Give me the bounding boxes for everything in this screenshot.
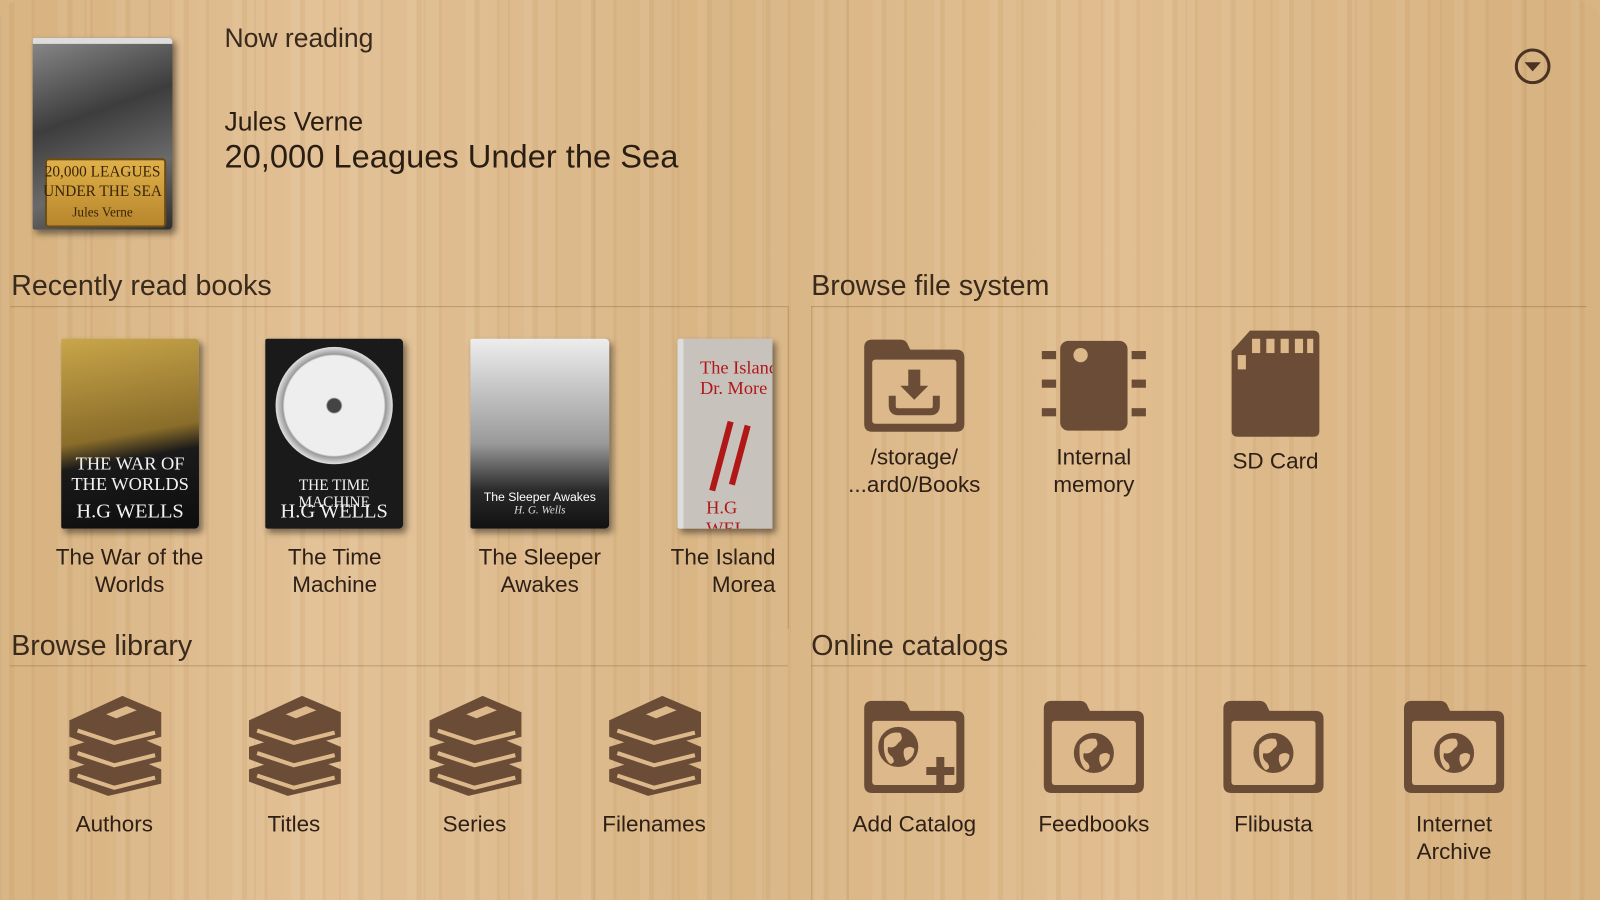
library-filenames[interactable]: Filenames bbox=[572, 690, 735, 838]
divider bbox=[787, 306, 789, 629]
cover-text: UNDER THE SEA bbox=[43, 183, 162, 200]
folder-globe-icon bbox=[1043, 700, 1144, 794]
item-label: /storage/ bbox=[870, 443, 958, 470]
dropdown-circle-icon[interactable] bbox=[1513, 47, 1552, 86]
catalog-flibusta[interactable]: Flibusta bbox=[1182, 698, 1366, 838]
cover-text: THE WAR OF THE WORLDS bbox=[71, 453, 189, 494]
books-stack-icon bbox=[603, 690, 705, 798]
fs-item-internal-memory[interactable]: Internal memory bbox=[1002, 337, 1186, 498]
memory-chip-icon bbox=[1041, 340, 1146, 431]
sd-card-icon bbox=[1231, 330, 1320, 437]
item-label: Internal bbox=[1056, 443, 1132, 470]
cover-text: The Sleeper Awakes bbox=[483, 489, 596, 505]
section-title-library: Browse library bbox=[11, 629, 193, 662]
library-series[interactable]: Series bbox=[393, 690, 556, 838]
book-cover-sleeper-awakes[interactable]: The Sleeper Awakes H. G. Wells bbox=[470, 338, 610, 529]
book-label: The War of the bbox=[55, 543, 204, 570]
now-reading-author[interactable]: Jules Verne bbox=[224, 106, 363, 138]
book-label: Machine bbox=[292, 571, 378, 597]
book-label: Morea bbox=[711, 571, 776, 597]
book-cover-time-machine[interactable]: THE TIME MACHINE H.G WELLS bbox=[265, 338, 404, 529]
item-label: Archive bbox=[1416, 838, 1492, 865]
fs-item-books-folder[interactable]: /storage/...ard0/Books bbox=[822, 337, 1006, 498]
books-stack-icon bbox=[63, 690, 165, 798]
cover-text: The Island Dr. More bbox=[699, 357, 773, 398]
books-stack-icon bbox=[243, 690, 345, 798]
book-label: Worlds bbox=[94, 571, 165, 597]
book-label: The Time bbox=[287, 543, 382, 570]
cover-text: 20,000 LEAGUES bbox=[44, 164, 161, 181]
library-authors[interactable]: Authors bbox=[33, 690, 196, 838]
book-cover-island-moreau[interactable]: The Island Dr. More H.G WEL bbox=[677, 338, 773, 529]
cover-text: H.G WELLS bbox=[280, 499, 388, 523]
recent-book-sleeper-awakes[interactable]: The Sleeper Awakes bbox=[438, 543, 642, 598]
item-label: Filenames bbox=[602, 811, 706, 837]
catalog-feedbooks[interactable]: Feedbooks bbox=[1002, 698, 1186, 838]
now-reading-cover[interactable]: 20,000 LEAGUES UNDER THE SEA Jules Verne bbox=[32, 37, 173, 230]
book-cover-war-of-the-worlds[interactable]: THE WAR OF THE WORLDS H.G WELLS bbox=[61, 338, 199, 529]
catalog-internet-archive[interactable]: Internet Archive bbox=[1362, 698, 1546, 865]
book-label: The Island bbox=[670, 543, 776, 570]
folder-globe-add-icon bbox=[864, 700, 965, 794]
cover-text: H.G WEL bbox=[706, 496, 746, 529]
divider bbox=[10, 306, 788, 308]
book-label: The Sleeper bbox=[478, 543, 601, 570]
catalog-add[interactable]: Add Catalog bbox=[822, 698, 1006, 838]
divider bbox=[10, 665, 788, 667]
item-label: Add Catalog bbox=[852, 811, 977, 837]
recent-book-war-of-the-worlds[interactable]: The War of the Worlds bbox=[28, 543, 232, 598]
book-label: Awakes bbox=[500, 571, 579, 597]
fs-item-sd-card[interactable]: SD Card bbox=[1184, 329, 1368, 475]
item-label: Authors bbox=[75, 811, 153, 837]
item-label: Flibusta bbox=[1234, 811, 1313, 837]
recent-book-island-moreau[interactable]: The Island Morea bbox=[653, 543, 776, 598]
section-title-filesystem: Browse file system bbox=[811, 269, 1050, 302]
section-title-catalogs: Online catalogs bbox=[811, 629, 1009, 662]
item-label: Titles bbox=[267, 811, 321, 837]
item-label: Feedbooks bbox=[1038, 811, 1150, 837]
folder-globe-icon bbox=[1223, 700, 1324, 794]
books-stack-icon bbox=[423, 690, 525, 798]
recent-book-time-machine[interactable]: The Time Machine bbox=[233, 543, 437, 598]
item-label: Internet bbox=[1415, 811, 1493, 837]
divider bbox=[811, 665, 1587, 667]
divider bbox=[811, 306, 1587, 308]
divider bbox=[811, 306, 813, 900]
item-label: ...ard0/Books bbox=[848, 471, 981, 497]
home-screen: 20,000 LEAGUES UNDER THE SEA Jules Verne… bbox=[0, 0, 1600, 900]
cover-text: H. G. Wells bbox=[514, 504, 566, 517]
now-reading-heading: Now reading bbox=[224, 22, 374, 54]
item-label: Series bbox=[442, 811, 507, 837]
library-titles[interactable]: Titles bbox=[212, 690, 375, 838]
folder-globe-icon bbox=[1403, 700, 1505, 794]
folder-download-icon bbox=[864, 339, 965, 432]
cover-text: H.G WELLS bbox=[76, 499, 184, 523]
cover-text: Jules Verne bbox=[72, 204, 133, 220]
section-title-recent: Recently read books bbox=[11, 269, 272, 302]
item-label: SD Card bbox=[1232, 447, 1319, 474]
item-label: memory bbox=[1053, 471, 1135, 497]
now-reading-title[interactable]: 20,000 Leagues Under the Sea bbox=[224, 138, 678, 176]
